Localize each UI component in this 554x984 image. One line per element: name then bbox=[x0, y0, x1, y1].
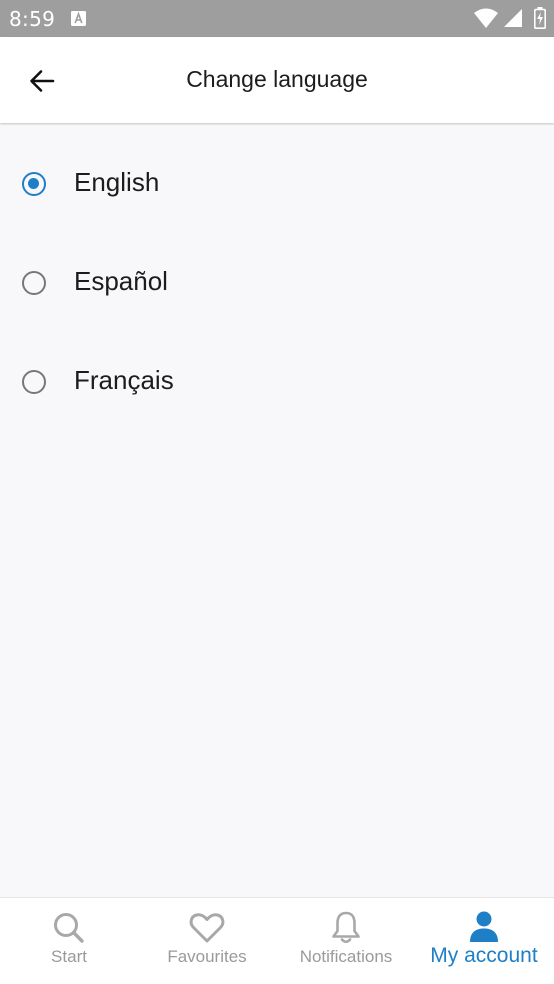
language-list: English Español Français bbox=[0, 125, 554, 422]
status-time: 8:59 bbox=[9, 7, 56, 31]
cell-signal-icon bbox=[504, 9, 522, 27]
wifi-icon bbox=[474, 8, 498, 28]
battery-icon bbox=[534, 7, 546, 29]
language-label: Français bbox=[74, 365, 174, 395]
nav-label: Notifications bbox=[299, 947, 393, 966]
radio-button-selected[interactable] bbox=[22, 172, 46, 196]
status-bar: 8:59 bbox=[0, 0, 554, 37]
app-bar: Change language bbox=[0, 37, 554, 123]
language-option-francais[interactable]: Français bbox=[0, 323, 554, 422]
page-title: Change language bbox=[186, 66, 368, 92]
a-letter-icon bbox=[71, 11, 86, 26]
nav-item-notifications[interactable]: Notifications bbox=[277, 898, 415, 984]
radio-button[interactable] bbox=[22, 271, 46, 295]
radio-button[interactable] bbox=[22, 370, 46, 394]
language-label: English bbox=[74, 167, 160, 197]
nav-item-favourites[interactable]: Favourites bbox=[138, 898, 276, 984]
language-option-espanol[interactable]: Español bbox=[0, 224, 554, 323]
heart-icon bbox=[189, 913, 225, 943]
person-icon bbox=[470, 911, 498, 942]
nav-label: Start bbox=[51, 947, 87, 966]
nav-label: Favourites bbox=[167, 947, 247, 966]
language-option-english[interactable]: English bbox=[0, 125, 554, 224]
search-icon bbox=[54, 913, 84, 943]
bell-icon bbox=[332, 911, 360, 944]
nav-item-start[interactable]: Start bbox=[0, 898, 138, 984]
nav-label: My account bbox=[430, 944, 538, 967]
language-label: Español bbox=[74, 266, 168, 296]
bottom-navigation: Start Favourites Notifications My accoun… bbox=[0, 897, 554, 984]
nav-item-my-account[interactable]: My account bbox=[415, 898, 553, 984]
